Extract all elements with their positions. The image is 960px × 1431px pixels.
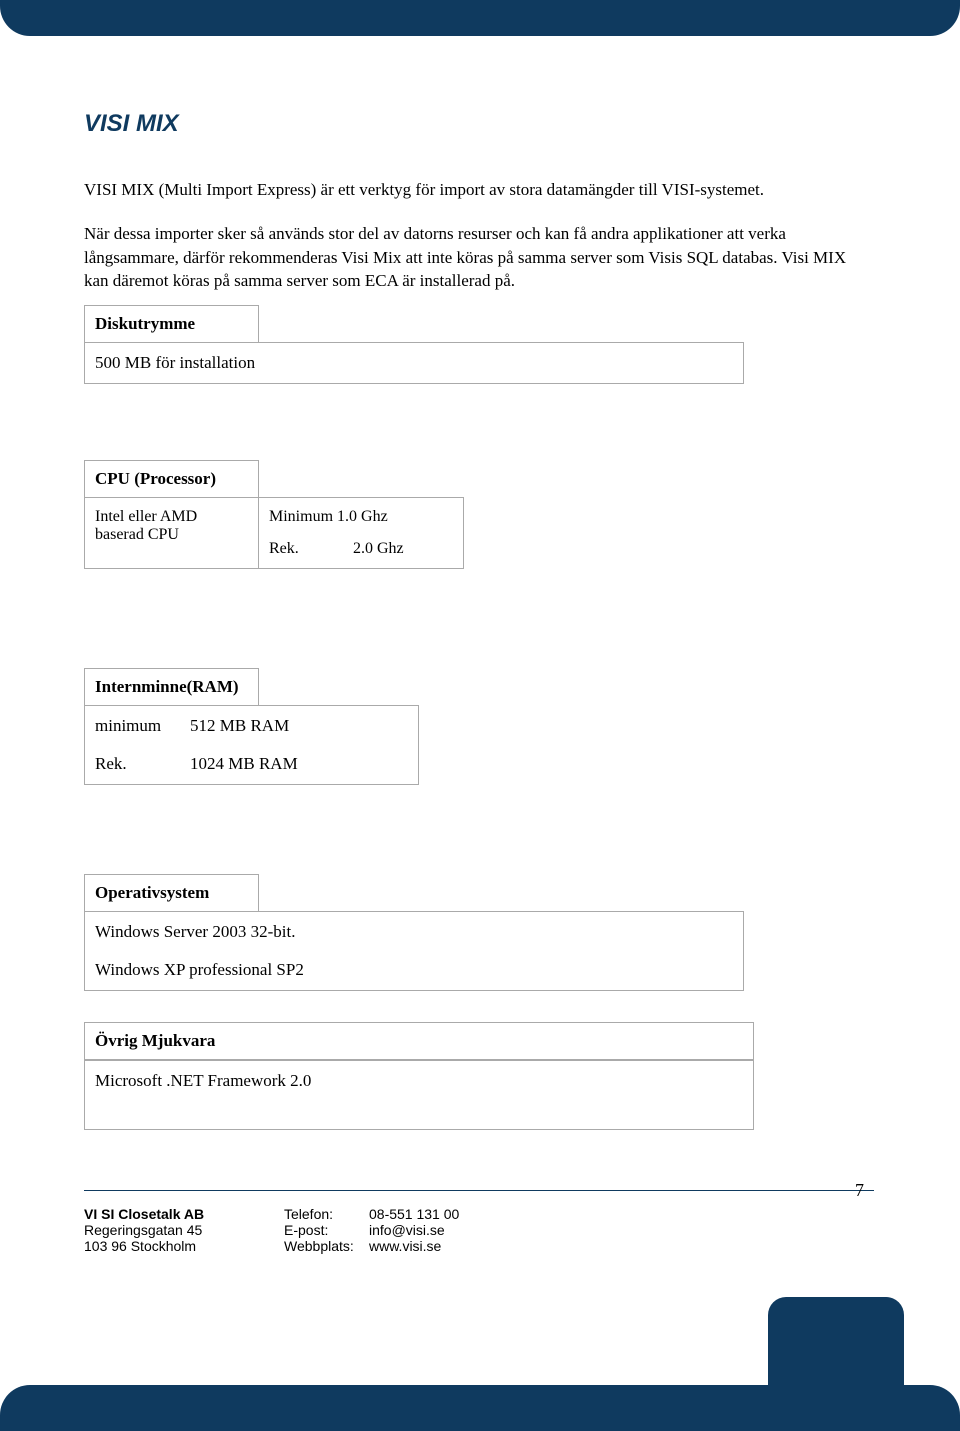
cpu-type: Intel eller AMD baserad CPU <box>84 497 259 569</box>
cpu-specs: Minimum 1.0 Ghz Rek. 2.0 Ghz <box>259 497 464 569</box>
ram-rek-value: 1024 MB RAM <box>190 754 298 774</box>
footer-divider <box>84 1190 874 1191</box>
footer-web-value: www.visi.se <box>369 1238 441 1254</box>
bottom-bar <box>0 1385 960 1431</box>
footer-block: VI SI Closetalk AB Telefon: 08-551 131 0… <box>84 1206 684 1254</box>
footer-tel-label: Telefon: <box>284 1206 369 1222</box>
footer-company: VI SI Closetalk AB <box>84 1206 284 1222</box>
footer-email-value: info@visi.se <box>369 1222 445 1238</box>
footer-web-label: Webbplats: <box>284 1238 369 1254</box>
os-line-2: Windows XP professional SP2 <box>95 960 733 980</box>
ram-header: Internminne(RAM) <box>84 668 259 705</box>
visi-logo-icon <box>784 1216 894 1299</box>
description-paragraph: När dessa importer sker så används stor … <box>84 222 874 293</box>
cpu-rek-label: Rek. <box>269 540 349 558</box>
ram-section: Internminne(RAM) minimum 512 MB RAM Rek.… <box>84 668 419 785</box>
top-bar <box>0 0 960 36</box>
software-section: Övrig Mjukvara Microsoft .NET Framework … <box>84 1022 754 1130</box>
os-line-1: Windows Server 2003 32-bit. <box>95 922 733 942</box>
ram-min-label: minimum <box>95 716 190 736</box>
software-header: Övrig Mjukvara <box>84 1022 754 1060</box>
footer-addr1: Regeringsgatan 45 <box>84 1222 284 1238</box>
ram-rek-label: Rek. <box>95 754 190 774</box>
cpu-rek-value: 2.0 Ghz <box>353 540 404 557</box>
cpu-min-label: Minimum <box>269 508 333 525</box>
disk-header: Diskutrymme <box>84 305 259 342</box>
cpu-section: CPU (Processor) Intel eller AMD baserad … <box>84 460 474 569</box>
footer-addr2: 103 96 Stockholm <box>84 1238 284 1254</box>
os-section: Operativsystem Windows Server 2003 32-bi… <box>84 874 744 991</box>
cpu-min-value: 1.0 Ghz <box>337 508 388 525</box>
footer-tel-value: 08-551 131 00 <box>369 1206 459 1222</box>
intro-paragraph: VISI MIX (Multi Import Express) är ett v… <box>84 178 874 202</box>
cpu-header: CPU (Processor) <box>84 460 259 497</box>
software-line-1: Microsoft .NET Framework 2.0 <box>95 1071 743 1091</box>
section-title: VISI MIX <box>84 110 874 138</box>
disk-section: Diskutrymme 500 MB för installation <box>84 305 744 384</box>
ram-min-value: 512 MB RAM <box>190 716 289 736</box>
footer-email-label: E-post: <box>284 1222 369 1238</box>
os-header: Operativsystem <box>84 874 259 911</box>
page-number: 7 <box>855 1180 864 1201</box>
disk-value: 500 MB för installation <box>84 342 744 384</box>
